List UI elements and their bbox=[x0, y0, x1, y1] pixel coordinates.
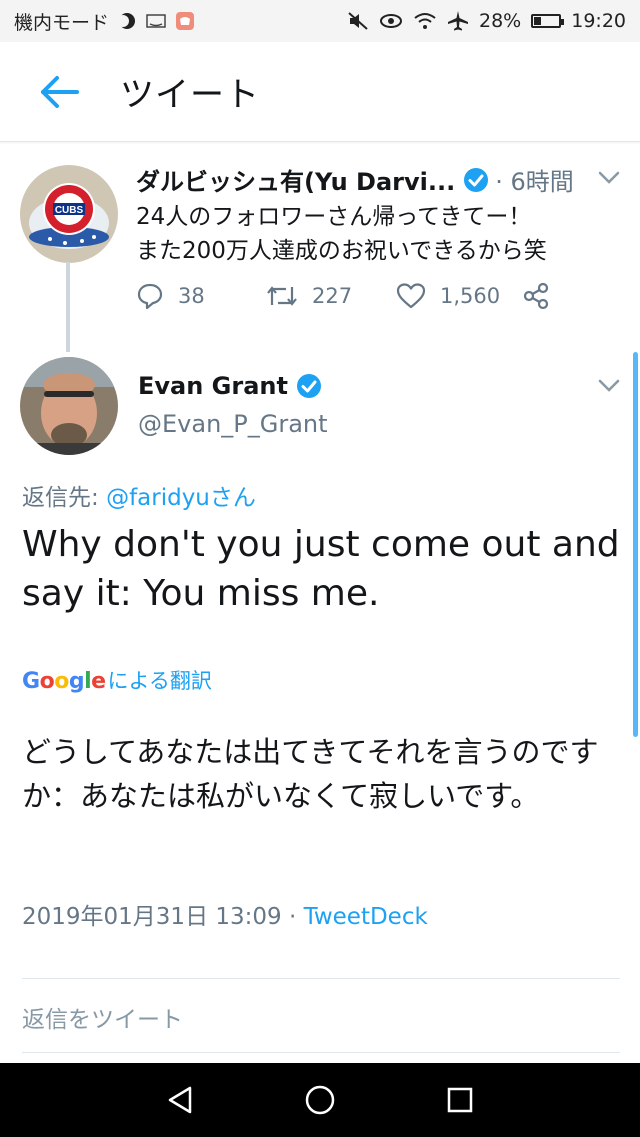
parent-text-line-1: 24人のフォロワーさん帰ってきてー！ bbox=[136, 204, 532, 230]
translated-text: どうしてあなたは出てきてそれを言うのですか：あなたは私がいなくて寂しいです。 bbox=[22, 735, 599, 813]
retweet-button[interactable]: 227 bbox=[266, 283, 396, 309]
moon-icon bbox=[117, 11, 137, 31]
back-button[interactable] bbox=[0, 42, 120, 142]
cubs-logo-text: CUBS bbox=[55, 205, 84, 216]
divider bbox=[22, 1052, 620, 1053]
google-logo-icon: Google bbox=[22, 669, 106, 694]
tweet-timestamp: 2019年01月31日 13:09 · TweetDeck bbox=[22, 897, 428, 931]
author-handle[interactable]: @Evan_P_Grant bbox=[138, 410, 328, 438]
scrollbar[interactable] bbox=[633, 352, 638, 737]
retweet-count: 227 bbox=[312, 284, 353, 308]
amazon-icon bbox=[145, 12, 167, 30]
parent-avatar[interactable]: CUBS bbox=[20, 165, 118, 263]
thread-connector bbox=[66, 262, 70, 352]
like-count: 1,560 bbox=[440, 284, 501, 308]
parent-text-line-2: また200万人達成のお祝いできるから笑 bbox=[136, 238, 547, 264]
divider bbox=[22, 978, 620, 979]
parent-more-chevron-icon[interactable] bbox=[598, 170, 620, 189]
nav-recents-button[interactable] bbox=[430, 1070, 490, 1130]
eye-icon bbox=[379, 12, 403, 30]
share-icon bbox=[523, 282, 549, 310]
reply-input[interactable]: 返信をツイート bbox=[22, 1000, 183, 1034]
author-name[interactable]: Evan Grant bbox=[138, 372, 288, 400]
tweet-text: Why don't you just come out and say it: … bbox=[22, 524, 620, 614]
like-button[interactable]: 1,560 bbox=[396, 282, 522, 310]
nav-back-button[interactable] bbox=[150, 1070, 210, 1130]
heart-icon bbox=[396, 283, 426, 309]
author-name-row: Evan Grant bbox=[138, 372, 322, 400]
battery-icon bbox=[531, 14, 565, 28]
reply-to-line: 返信先: @faridyuさん bbox=[22, 478, 256, 512]
parent-author-name[interactable]: ダルビッシュ有(Yu Darvi... bbox=[136, 162, 455, 197]
reply-icon bbox=[137, 283, 163, 310]
author-avatar[interactable] bbox=[20, 357, 118, 455]
tweet-more-chevron-icon[interactable] bbox=[598, 378, 620, 397]
parent-tweet-time: · 6時間 bbox=[495, 168, 574, 196]
translate-link[interactable]: Google による翻訳 bbox=[22, 665, 212, 695]
square-recents-icon bbox=[447, 1087, 473, 1113]
translate-label: による翻訳 bbox=[107, 669, 212, 693]
system-nav-bar bbox=[0, 1063, 640, 1137]
battery-percent: 28% bbox=[479, 10, 522, 32]
wifi-icon bbox=[413, 11, 437, 31]
timestamp-text: 2019年01月31日 13:09 · bbox=[22, 904, 304, 930]
page-title: ツイート bbox=[120, 75, 260, 115]
verified-badge-icon bbox=[296, 373, 322, 399]
airplane-icon bbox=[447, 10, 469, 32]
airplane-mode-label: 機内モード bbox=[14, 11, 110, 34]
parent-tweet-header: ダルビッシュ有(Yu Darvi... · 6時間 bbox=[136, 162, 600, 197]
reply-mention-link[interactable]: @faridyuさん bbox=[106, 485, 256, 511]
parent-tweet-actions: 38 227 1,560 bbox=[136, 282, 550, 310]
status-bar: 機内モード 28% 19:20 bbox=[0, 0, 640, 42]
circle-home-icon bbox=[305, 1085, 335, 1115]
verified-badge-icon bbox=[463, 167, 489, 193]
mute-icon bbox=[347, 11, 369, 31]
app-notification-icon bbox=[175, 11, 195, 31]
arrow-left-icon bbox=[41, 75, 79, 108]
app-header: ツイート bbox=[0, 42, 640, 142]
clock: 19:20 bbox=[571, 10, 626, 32]
triangle-back-icon bbox=[168, 1086, 192, 1114]
parent-tweet-text: 24人のフォロワーさん帰ってきてー！ また200万人達成のお祝いできるから笑 bbox=[136, 200, 626, 268]
source-link[interactable]: TweetDeck bbox=[304, 904, 428, 930]
reply-count: 38 bbox=[178, 284, 205, 308]
nav-home-button[interactable] bbox=[290, 1070, 350, 1130]
reply-to-label: 返信先: bbox=[22, 485, 107, 511]
retweet-icon bbox=[267, 286, 297, 306]
share-button[interactable] bbox=[522, 282, 550, 310]
reply-button[interactable]: 38 bbox=[136, 282, 266, 310]
